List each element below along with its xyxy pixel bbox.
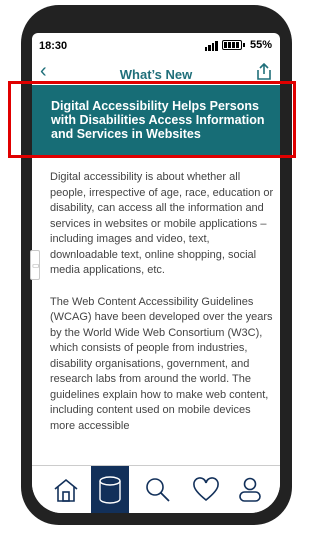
article-body: Digital accessibility is about whether a… [50, 170, 276, 450]
status-indicators: 55% [204, 39, 272, 51]
database-icon [99, 476, 121, 504]
battery-icon [221, 40, 245, 50]
page-title: What’s New [119, 67, 193, 82]
highlight-box [8, 81, 296, 158]
article-paragraph: Digital accessibility is about whether a… [50, 171, 274, 276]
status-time: 18:30 [39, 40, 68, 52]
tab-favorites[interactable] [187, 466, 225, 513]
article-paragraph: The Web Content Accessibility Guidelines… [50, 295, 273, 432]
tab-database[interactable] [91, 466, 129, 513]
battery-percent: 55% [249, 39, 272, 51]
signal-icon [204, 40, 218, 51]
bottom-tab-bar [32, 465, 280, 513]
search-icon [146, 478, 170, 502]
tab-home[interactable] [47, 466, 85, 513]
status-bar: 18:30 55% [32, 33, 280, 59]
tab-search[interactable] [139, 466, 177, 513]
tab-profile[interactable] [231, 466, 269, 513]
side-drag-handle[interactable]: ▭ [30, 250, 40, 280]
heart-icon [193, 477, 219, 502]
home-icon [54, 478, 78, 502]
user-icon [239, 477, 261, 502]
